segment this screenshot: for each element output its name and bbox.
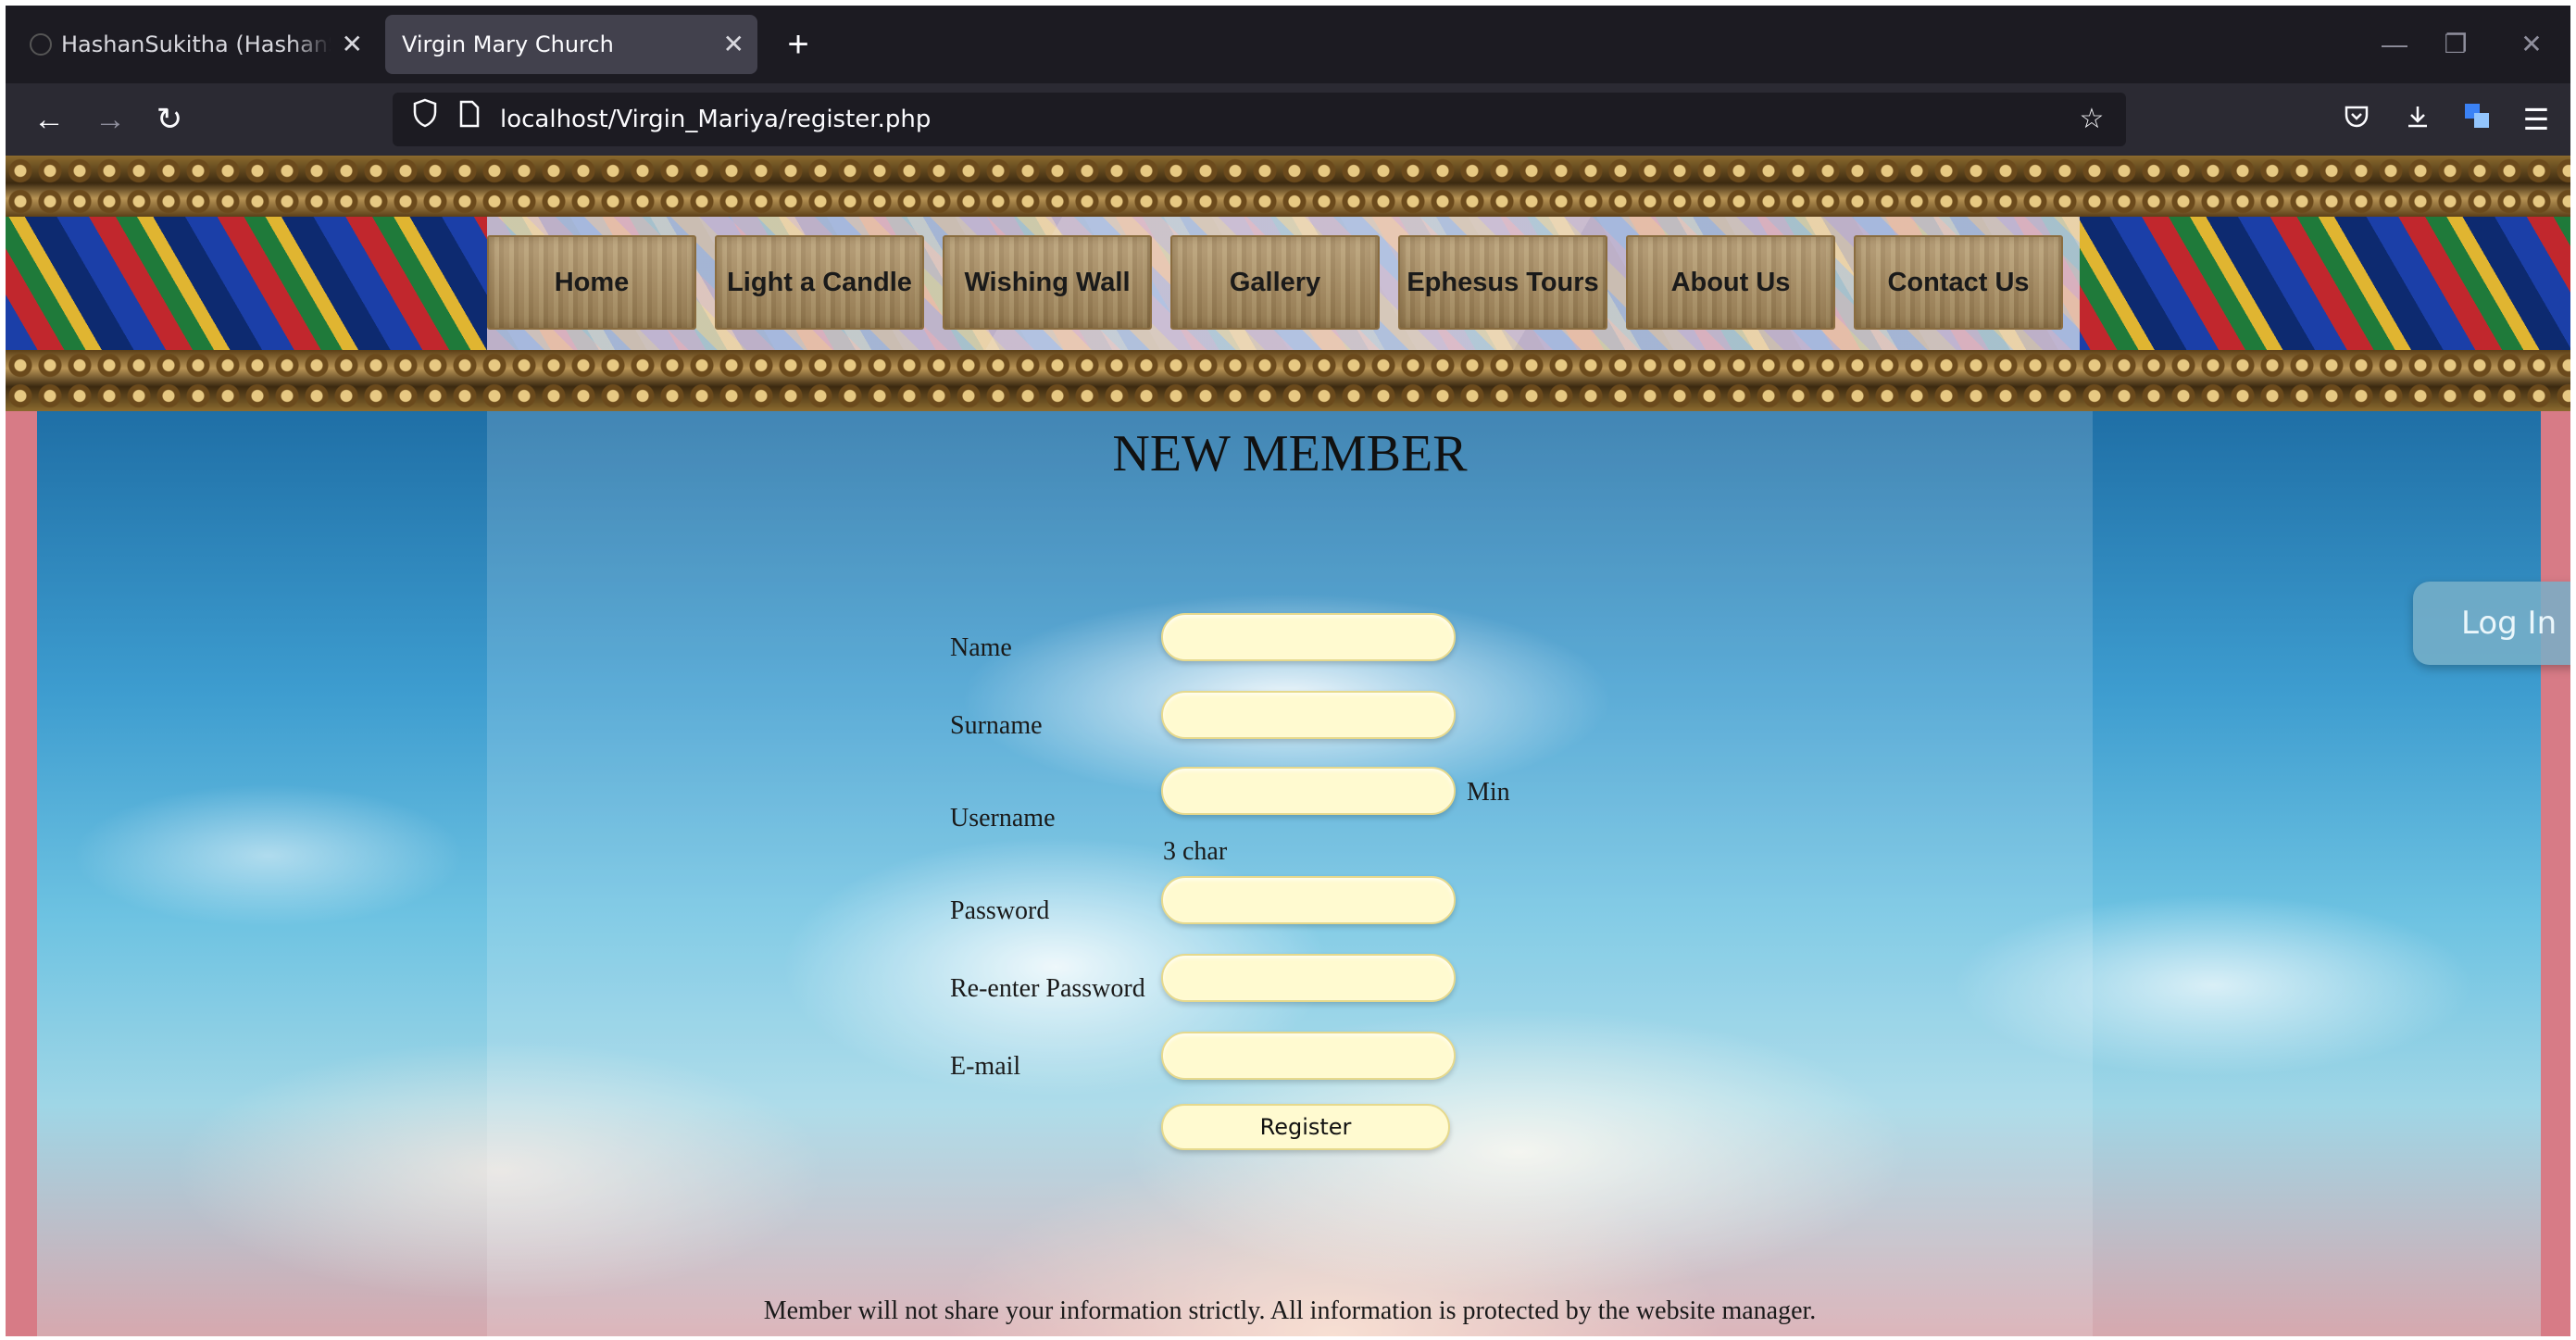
menu-home[interactable]: Home: [487, 235, 696, 330]
translate-icon[interactable]: [2454, 96, 2500, 143]
register-button[interactable]: Register: [1161, 1104, 1450, 1150]
surname-field[interactable]: [1161, 691, 1456, 739]
log-in-button[interactable]: Log In: [2413, 582, 2570, 665]
surname-label: Surname: [950, 711, 1043, 740]
username-hint-chars: 3 char: [1163, 837, 1228, 866]
address-bar[interactable]: localhost/Virgin_Mariya/register.php ☆: [393, 93, 2126, 146]
web-page: Home Light a Candle Wishing Wall Gallery…: [6, 156, 2570, 1336]
menu-light-a-candle[interactable]: Light a Candle: [715, 235, 924, 330]
header-border-bottom: [6, 350, 2570, 411]
content-panel: [487, 411, 2093, 1336]
username-field[interactable]: [1161, 767, 1456, 815]
page-icon: [446, 96, 493, 143]
menu-contact-us[interactable]: Contact Us: [1854, 235, 2063, 330]
forward-icon[interactable]: →: [87, 96, 133, 143]
browser-window: HashanSukitha (HashanSukitha) ✕ Virgin M…: [6, 6, 2570, 1336]
tab-strip: HashanSukitha (HashanSukitha) ✕ Virgin M…: [6, 6, 2570, 83]
url-text[interactable]: localhost/Virgin_Mariya/register.php: [500, 93, 931, 146]
github-icon: [30, 33, 52, 56]
tab-title: Virgin Mary Church: [402, 31, 614, 57]
password-label: Password: [950, 896, 1050, 925]
page-title: NEW MEMBER: [1112, 425, 1468, 482]
username-label: Username: [950, 804, 1056, 833]
back-icon[interactable]: ←: [26, 96, 72, 143]
menu-about-us[interactable]: About Us: [1626, 235, 1835, 330]
window-close-icon[interactable]: ✕: [2504, 19, 2559, 70]
tab-virgin-mary-church[interactable]: Virgin Mary Church ✕: [385, 15, 757, 74]
re-enter-password-label: Re-enter Password: [950, 974, 1145, 1003]
menu-gallery[interactable]: Gallery: [1170, 235, 1380, 330]
email-field[interactable]: [1161, 1032, 1456, 1080]
tab-title: HashanSukitha (HashanSukitha): [61, 31, 331, 57]
email-label: E-mail: [950, 1052, 1021, 1081]
menu-icon[interactable]: ☰: [2513, 96, 2559, 143]
download-icon[interactable]: [2395, 96, 2441, 143]
main-menu: Home Light a Candle Wishing Wall Gallery…: [487, 235, 2080, 330]
password-field[interactable]: [1161, 876, 1456, 924]
name-label: Name: [950, 633, 1012, 662]
close-tab-icon[interactable]: ✕: [723, 15, 744, 74]
username-hint-min: Min: [1467, 778, 1510, 807]
pocket-icon[interactable]: [2333, 96, 2380, 143]
name-field[interactable]: [1161, 613, 1456, 661]
header-border-top: [6, 156, 2570, 217]
star-icon[interactable]: ☆: [2069, 96, 2115, 143]
reload-icon[interactable]: ↻: [146, 96, 193, 143]
re-enter-password-field[interactable]: [1161, 954, 1456, 1002]
close-tab-icon[interactable]: ✕: [342, 15, 363, 74]
shield-icon[interactable]: [402, 96, 448, 143]
privacy-note: Member will not share your information s…: [763, 1296, 1817, 1325]
menu-wishing-wall[interactable]: Wishing Wall: [943, 235, 1152, 330]
tab-hashansukitha[interactable]: HashanSukitha (HashanSukitha) ✕: [15, 15, 376, 74]
new-tab-button[interactable]: +: [776, 22, 820, 67]
menu-ephesus-tours[interactable]: Ephesus Tours: [1398, 235, 1607, 330]
restore-icon[interactable]: ❐: [2428, 19, 2483, 70]
nav-toolbar: ← → ↻ localhost/Virgin_Mariya/register.p…: [6, 83, 2570, 156]
minimize-icon[interactable]: —: [2367, 19, 2422, 70]
